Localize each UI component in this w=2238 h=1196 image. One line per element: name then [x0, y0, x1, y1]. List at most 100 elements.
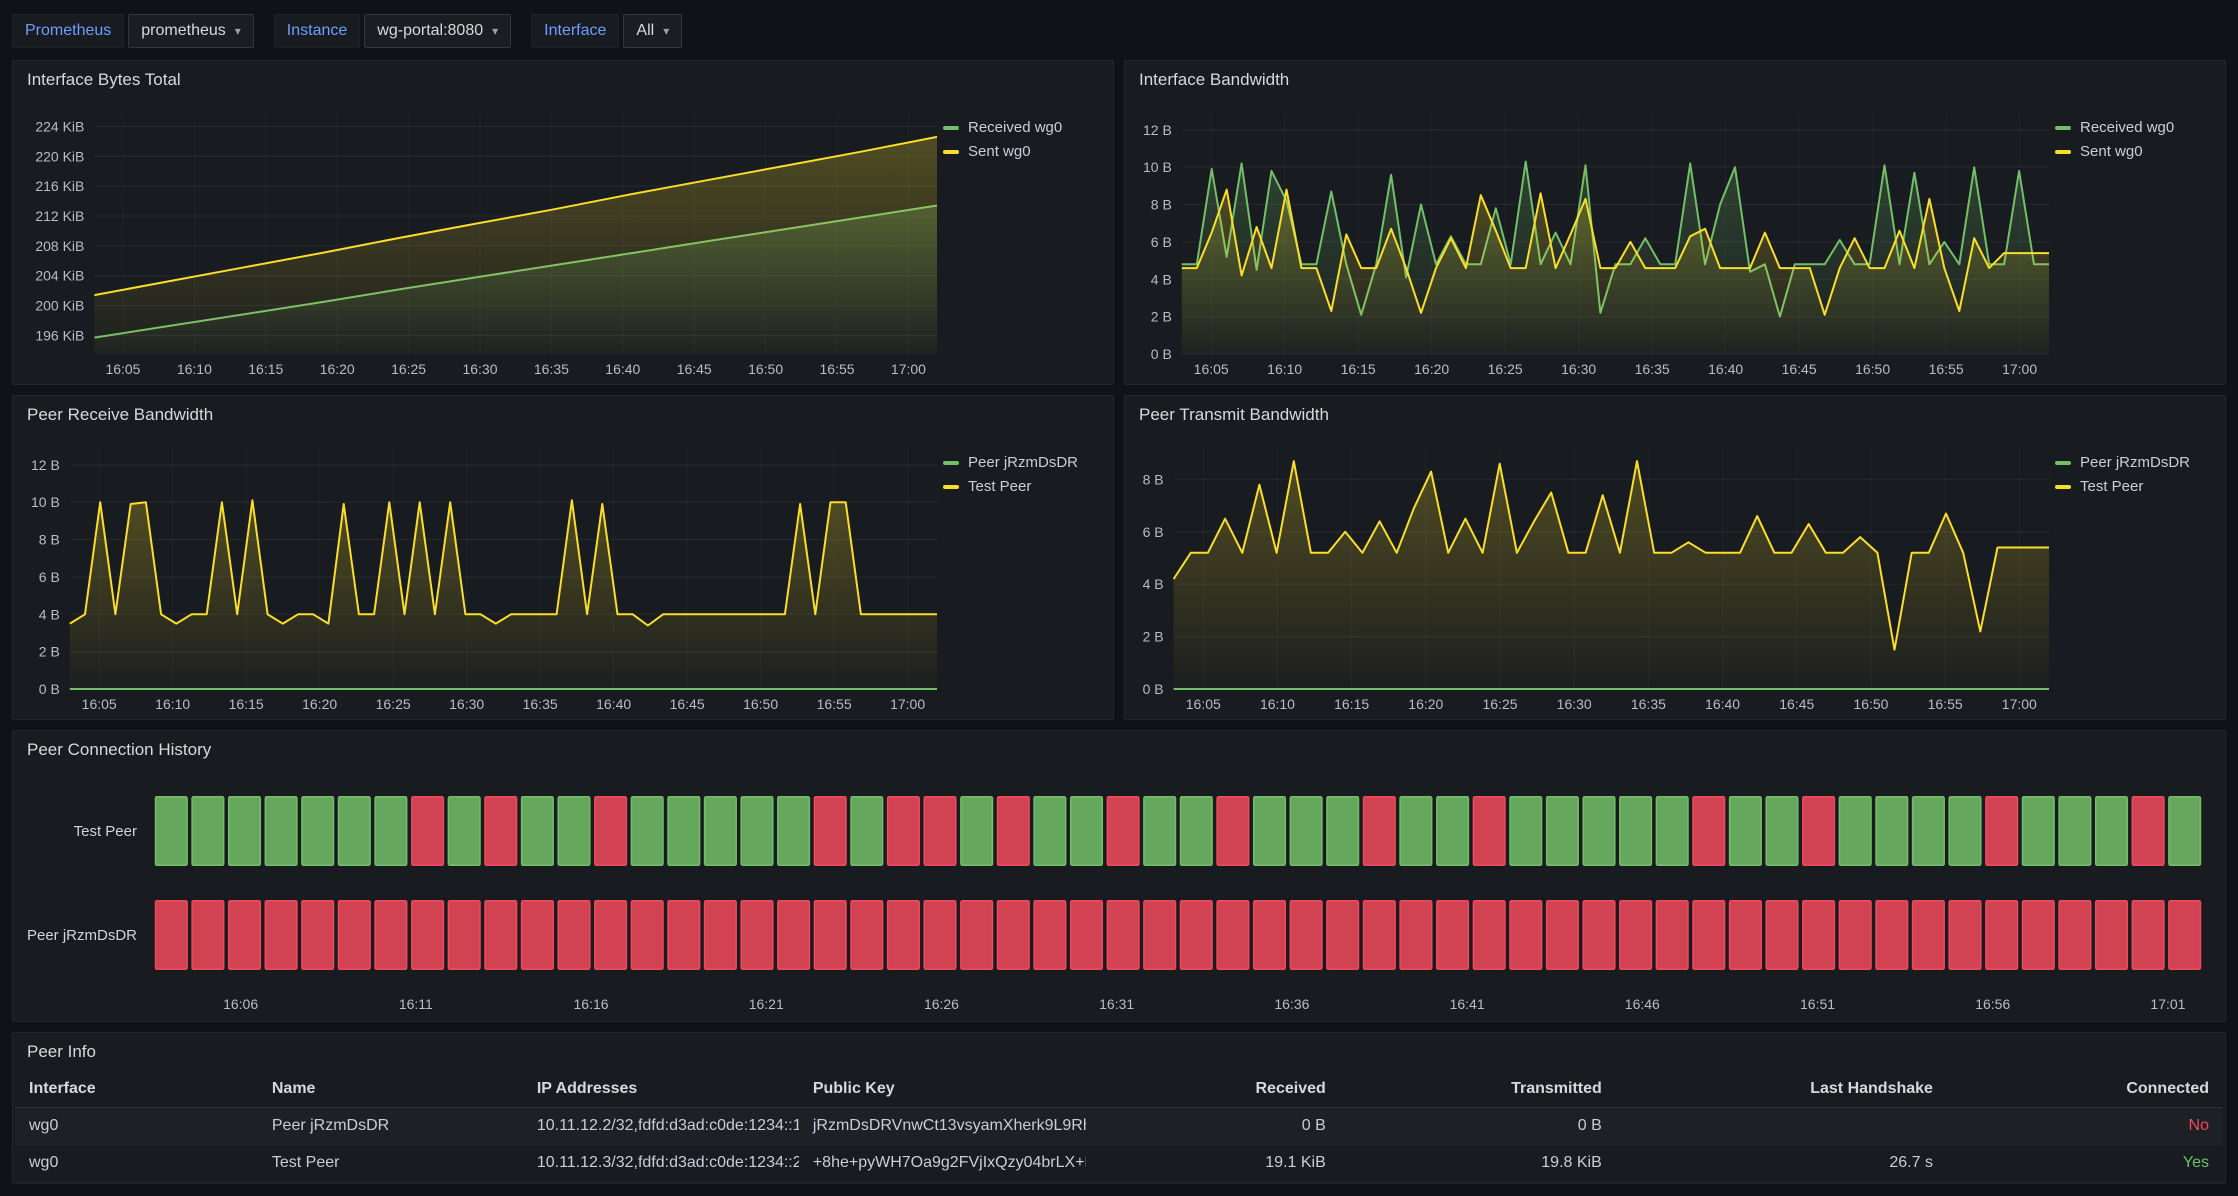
svg-text:224 KiB: 224 KiB	[35, 118, 84, 134]
column-header-interface[interactable]: Interface	[15, 1071, 258, 1108]
legend-item[interactable]: Sent wg0	[2055, 143, 2215, 160]
legend-series-swatch-icon	[2055, 461, 2071, 465]
dashboard-variables-bar: Prometheus prometheus ▾ Instance wg-port…	[12, 12, 2226, 50]
table-cell-public-key: +8he+pyWH7Oa9g2FVjIxQzy04brLX+D	[799, 1145, 1086, 1182]
svg-text:0 B: 0 B	[1143, 681, 1164, 697]
svg-text:16:25: 16:25	[1482, 696, 1517, 712]
svg-text:216 KiB: 216 KiB	[35, 178, 84, 194]
table-cell-name: Test Peer	[258, 1145, 523, 1182]
svg-text:16:31: 16:31	[1099, 996, 1134, 1012]
panel-title-interface-bytes-total[interactable]: Interface Bytes Total	[13, 61, 1113, 99]
svg-text:16:40: 16:40	[1705, 696, 1740, 712]
svg-text:16:25: 16:25	[1488, 361, 1523, 377]
svg-text:12 B: 12 B	[31, 457, 60, 473]
svg-text:Peer jRzmDsDR: Peer jRzmDsDR	[27, 927, 137, 944]
chevron-down-icon: ▾	[235, 25, 241, 37]
panel-interface-bytes-total: Interface Bytes Total 224 KiB220 KiB216 …	[12, 60, 1114, 385]
column-header-received[interactable]: Received	[1086, 1071, 1340, 1108]
var-select-instance[interactable]: wg-portal:8080 ▾	[364, 14, 511, 48]
var-select-prometheus-value: prometheus	[141, 22, 226, 40]
var-select-interface-value: All	[636, 22, 654, 40]
table-row: wg0Test Peer10.11.12.3/32,fdfd:d3ad:c0de…	[15, 1145, 2223, 1182]
svg-text:2 B: 2 B	[39, 644, 60, 660]
var-group-instance: Instance wg-portal:8080 ▾	[274, 14, 511, 48]
column-header-last-handshake[interactable]: Last Handshake	[1616, 1071, 1947, 1108]
svg-text:17:00: 17:00	[2002, 696, 2037, 712]
table-cell-public-key: jRzmDsDRVnwCt13vsyamXherk9L9RhR	[799, 1108, 1086, 1145]
panel-peer-connection-history: Peer Connection History Test PeerPeer jR…	[12, 730, 2226, 1022]
var-select-instance-value: wg-portal:8080	[377, 22, 483, 40]
panel-title-peer-receive-bandwidth[interactable]: Peer Receive Bandwidth	[13, 396, 1113, 434]
interface-bandwidth-chart[interactable]: 12 B10 B8 B6 B4 B2 B0 B16:0516:1016:1516…	[1133, 99, 2055, 380]
svg-text:16:16: 16:16	[574, 996, 609, 1012]
legend-series-swatch-icon	[943, 461, 959, 465]
svg-text:16:50: 16:50	[1855, 361, 1890, 377]
var-select-interface[interactable]: All ▾	[623, 14, 682, 48]
svg-text:16:25: 16:25	[376, 696, 411, 712]
legend-item[interactable]: Peer jRzmDsDR	[2055, 454, 2215, 471]
svg-text:16:05: 16:05	[1194, 361, 1229, 377]
panel-peer-receive-bandwidth: Peer Receive Bandwidth 12 B10 B8 B6 B4 B…	[12, 395, 1114, 720]
table-cell-received: 19.1 KiB	[1086, 1145, 1340, 1182]
peer-receive-bandwidth-chart[interactable]: 12 B10 B8 B6 B4 B2 B0 B16:0516:1016:1516…	[21, 434, 943, 715]
legend-item[interactable]: Received wg0	[2055, 119, 2215, 136]
svg-text:17:01: 17:01	[2150, 996, 2185, 1012]
legend-item[interactable]: Test Peer	[2055, 478, 2215, 495]
table-row: wg0Peer jRzmDsDR10.11.12.2/32,fdfd:d3ad:…	[15, 1108, 2223, 1145]
legend-item[interactable]: Test Peer	[943, 478, 1103, 495]
svg-text:6 B: 6 B	[39, 569, 60, 585]
legend-item[interactable]: Peer jRzmDsDR	[943, 454, 1103, 471]
legend-series-swatch-icon	[943, 150, 959, 154]
panel-title-interface-bandwidth[interactable]: Interface Bandwidth	[1125, 61, 2225, 99]
panel-title-peer-transmit-bandwidth[interactable]: Peer Transmit Bandwidth	[1125, 396, 2225, 434]
table-header-row: InterfaceNameIP AddressesPublic KeyRecei…	[15, 1071, 2223, 1108]
column-header-public-key[interactable]: Public Key	[799, 1071, 1086, 1108]
table-cell-name: Peer jRzmDsDR	[258, 1108, 523, 1145]
column-header-transmitted[interactable]: Transmitted	[1340, 1071, 1616, 1108]
legend-item[interactable]: Received wg0	[943, 119, 1103, 136]
panel-title-peer-connection-history[interactable]: Peer Connection History	[13, 731, 2225, 769]
svg-text:16:45: 16:45	[677, 361, 712, 377]
svg-text:6 B: 6 B	[1143, 524, 1164, 540]
column-header-connected[interactable]: Connected	[1947, 1071, 2223, 1108]
column-header-ip-addresses[interactable]: IP Addresses	[523, 1071, 799, 1108]
svg-text:16:55: 16:55	[820, 361, 855, 377]
svg-text:16:06: 16:06	[223, 996, 258, 1012]
svg-text:16:15: 16:15	[229, 696, 264, 712]
table-cell-connected: Yes	[1947, 1145, 2223, 1182]
peer-transmit-bandwidth-chart[interactable]: 8 B6 B4 B2 B0 B16:0516:1016:1516:2016:25…	[1133, 434, 2055, 715]
svg-text:0 B: 0 B	[39, 681, 60, 697]
svg-text:16:10: 16:10	[177, 361, 212, 377]
interface-bandwidth-legend: Received wg0 Sent wg0	[2055, 99, 2215, 380]
legend-series-swatch-icon	[2055, 485, 2071, 489]
legend-series-swatch-icon	[2055, 126, 2071, 130]
panel-interface-bandwidth: Interface Bandwidth 12 B10 B8 B6 B4 B2 B…	[1124, 60, 2226, 385]
column-header-name[interactable]: Name	[258, 1071, 523, 1108]
legend-series-label: Peer jRzmDsDR	[2080, 454, 2190, 471]
svg-text:2 B: 2 B	[1143, 629, 1164, 645]
svg-text:16:55: 16:55	[1928, 696, 1963, 712]
svg-text:4 B: 4 B	[1143, 576, 1164, 592]
interface-bytes-total-chart[interactable]: 224 KiB220 KiB216 KiB212 KiB208 KiB204 K…	[21, 99, 943, 380]
var-select-prometheus[interactable]: prometheus ▾	[128, 14, 254, 48]
svg-text:16:11: 16:11	[399, 996, 433, 1012]
svg-text:16:15: 16:15	[248, 361, 283, 377]
svg-text:16:45: 16:45	[670, 696, 705, 712]
peer-connection-history-timeline[interactable]: Test PeerPeer jRzmDsDR16:0616:1116:1616:…	[21, 769, 2215, 1017]
svg-text:16:15: 16:15	[1341, 361, 1376, 377]
svg-text:16:50: 16:50	[748, 361, 783, 377]
legend-item[interactable]: Sent wg0	[943, 143, 1103, 160]
svg-text:16:41: 16:41	[1450, 996, 1485, 1012]
svg-text:16:35: 16:35	[1635, 361, 1670, 377]
peer-receive-bandwidth-legend: Peer jRzmDsDR Test Peer	[943, 434, 1103, 715]
svg-text:16:20: 16:20	[1414, 361, 1449, 377]
svg-text:16:30: 16:30	[1561, 361, 1596, 377]
svg-text:16:40: 16:40	[596, 696, 631, 712]
svg-text:16:20: 16:20	[302, 696, 337, 712]
table-cell-received: 0 B	[1086, 1108, 1340, 1145]
svg-text:16:55: 16:55	[1929, 361, 1964, 377]
svg-text:16:15: 16:15	[1334, 696, 1369, 712]
svg-text:16:51: 16:51	[1800, 996, 1835, 1012]
table-cell-connected: No	[1947, 1108, 2223, 1145]
panel-title-peer-info[interactable]: Peer Info	[13, 1033, 2225, 1071]
